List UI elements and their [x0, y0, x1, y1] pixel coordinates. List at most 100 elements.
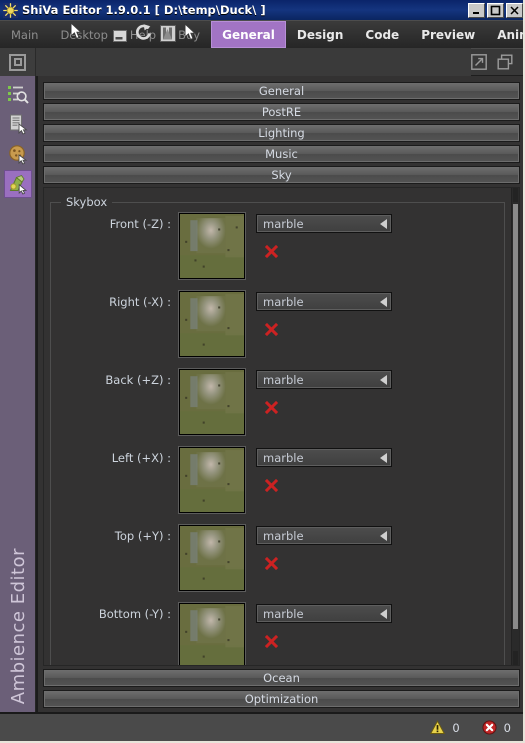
main-menu: Main Desktop Help Buy: [0, 21, 211, 48]
skybox-face-controls: marble: [256, 447, 392, 493]
skybox-face-row: Left (+X) : marble: [59, 447, 496, 525]
close-x-icon: [264, 400, 279, 415]
close-button[interactable]: [506, 2, 523, 18]
module-button[interactable]: [0, 48, 36, 76]
clear-texture-button[interactable]: [264, 399, 279, 415]
close-x-icon: [264, 322, 279, 337]
clear-texture-button[interactable]: [264, 555, 279, 571]
skybox-texture-value: marble: [263, 450, 304, 465]
resources-icon: [8, 145, 27, 165]
skybox-face-thumbnail[interactable]: [179, 291, 245, 357]
menu-item-help[interactable]: Help: [119, 21, 167, 48]
sidebar-item-attributes[interactable]: [4, 110, 32, 138]
ambience-icon: [9, 174, 27, 195]
close-x-icon: [264, 244, 279, 259]
skybox-face-row: Front (-Z) : marble: [59, 213, 496, 291]
skybox-texture-dropdown[interactable]: marble: [256, 292, 392, 311]
sidebar-item-resources[interactable]: [4, 140, 32, 168]
panel-header-ocean[interactable]: Ocean: [43, 669, 520, 687]
skybox-texture-value: marble: [263, 606, 304, 621]
skybox-face-row: Bottom (-Y) : marble: [59, 603, 496, 665]
skybox-texture-value: marble: [263, 216, 304, 231]
shiva-editor-window: ShiVa Editor 1.9.0.1 [ D:\temp\Duck\ ] M…: [0, 0, 525, 743]
skybox-face-row: Top (+Y) : marble: [59, 525, 496, 603]
panel-header-postre[interactable]: PostRE: [43, 103, 520, 121]
skybox-face-row: Right (-X) : marble: [59, 291, 496, 369]
panel-header-music[interactable]: Music: [43, 145, 520, 163]
error-count: 0: [503, 720, 511, 735]
main-area: Ambience Editor General PostRE Lighting …: [0, 76, 523, 712]
chevron-left-icon: [380, 296, 387, 307]
sky-scroll-area: Skybox Front (-Z) : marble Right (-X): …: [44, 188, 511, 665]
clear-texture-button[interactable]: [264, 477, 279, 493]
minimize-button[interactable]: [468, 2, 485, 18]
skybox-face-thumbnail[interactable]: [179, 603, 245, 665]
cascade-windows-icon[interactable]: [497, 54, 513, 70]
toolbar-actions: [471, 48, 523, 76]
skybox-texture-value: marble: [263, 294, 304, 309]
warning-triangle-icon: [430, 720, 446, 734]
skybox-texture-dropdown[interactable]: marble: [256, 604, 392, 623]
sky-vertical-scrollbar[interactable]: [511, 188, 519, 665]
skybox-face-thumbnail[interactable]: [179, 369, 245, 435]
tab-code[interactable]: Code: [354, 21, 410, 48]
attributes-icon: [9, 114, 28, 135]
skybox-face-controls: marble: [256, 291, 392, 337]
tab-design[interactable]: Design: [286, 21, 355, 48]
sun-icon: [3, 2, 18, 18]
status-warnings[interactable]: 0: [430, 720, 460, 735]
chevron-left-icon: [380, 530, 387, 541]
data-explorer-icon: [7, 86, 29, 104]
skybox-texture-dropdown[interactable]: marble: [256, 448, 392, 467]
clear-texture-button[interactable]: [264, 243, 279, 259]
chevron-left-icon: [380, 608, 387, 619]
warning-count: 0: [452, 720, 460, 735]
panel-header-lighting[interactable]: Lighting: [43, 124, 520, 142]
maximize-button[interactable]: [487, 2, 504, 18]
menu-item-main[interactable]: Main: [0, 21, 49, 48]
error-circle-icon: [482, 720, 497, 735]
sidebar-item-data-explorer[interactable]: [4, 80, 32, 108]
skybox-face-controls: marble: [256, 213, 392, 259]
menu-and-tab-bar: Main Desktop Help Buy General Design Cod…: [0, 20, 523, 48]
editor-rail: Ambience Editor: [0, 76, 36, 712]
skybox-texture-dropdown[interactable]: marble: [256, 370, 392, 389]
rail-buttons: [3, 80, 33, 198]
skybox-texture-dropdown[interactable]: marble: [256, 526, 392, 545]
square-outline-icon: [9, 53, 26, 71]
editor-title-vertical: Ambience Editor: [0, 548, 36, 704]
menu-item-buy[interactable]: Buy: [167, 21, 211, 48]
panel-header-general[interactable]: General: [43, 82, 520, 100]
clear-texture-button[interactable]: [264, 633, 279, 649]
skybox-legend: Skybox: [61, 195, 113, 209]
skybox-face-thumbnail[interactable]: [179, 213, 245, 279]
skybox-face-thumbnail[interactable]: [179, 525, 245, 591]
main-tabs: General Design Code Preview Animation: [211, 21, 523, 48]
skybox-texture-value: marble: [263, 528, 304, 543]
sidebar-item-ambience[interactable]: [3, 170, 32, 198]
chevron-left-icon: [380, 452, 387, 463]
skybox-groupbox: Skybox Front (-Z) : marble Right (-X): …: [50, 195, 505, 665]
panel-header-sky[interactable]: Sky: [43, 166, 520, 184]
expand-window-icon[interactable]: [471, 54, 487, 70]
tab-animation[interactable]: Animation: [486, 21, 523, 48]
menu-item-desktop[interactable]: Desktop: [49, 21, 118, 48]
scrollbar-thumb[interactable]: [513, 204, 518, 629]
panel-header-optimization[interactable]: Optimization: [43, 690, 520, 708]
clear-texture-button[interactable]: [264, 321, 279, 337]
skybox-face-row: Back (+Z) : marble: [59, 369, 496, 447]
toolbar-spacer: [36, 48, 471, 76]
tab-general[interactable]: General: [211, 21, 286, 48]
skybox-face-controls: marble: [256, 369, 392, 415]
skybox-texture-dropdown[interactable]: marble: [256, 214, 392, 233]
skybox-face-label: Front (-Z) :: [109, 217, 171, 231]
toolbar-strip: [0, 48, 523, 76]
status-bar: 0 0: [0, 712, 523, 741]
skybox-face-thumbnail[interactable]: [179, 447, 245, 513]
ambience-content: General PostRE Lighting Music Sky Skybox…: [36, 76, 523, 712]
title-bar: ShiVa Editor 1.9.0.1 [ D:\temp\Duck\ ]: [0, 0, 523, 20]
tab-preview[interactable]: Preview: [410, 21, 486, 48]
status-errors[interactable]: 0: [482, 720, 511, 735]
skybox-face-label: Left (+X) :: [111, 451, 171, 465]
chevron-left-icon: [380, 374, 387, 385]
